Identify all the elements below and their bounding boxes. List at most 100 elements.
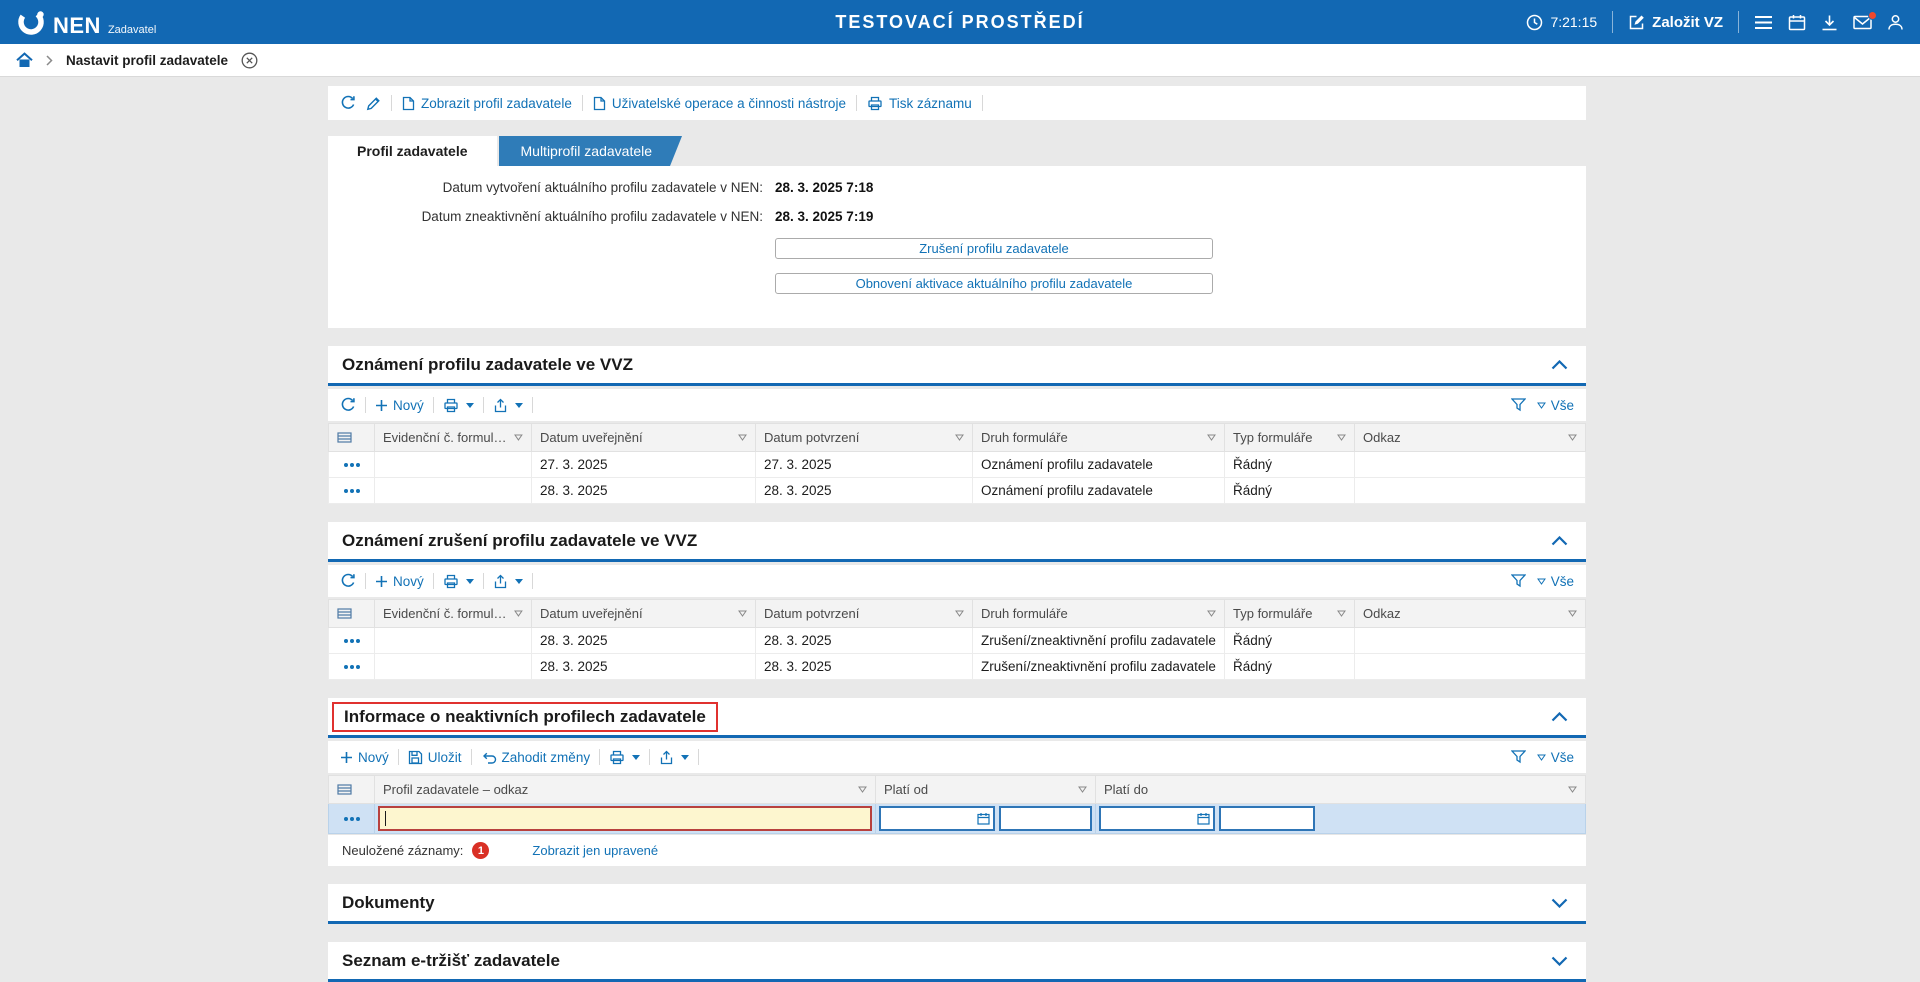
tab-profil-zadavatele[interactable]: Profil zadavatele (328, 136, 497, 166)
profile-link-input[interactable] (378, 806, 872, 831)
column-filter-icon[interactable] (1078, 786, 1087, 793)
print-record-link[interactable]: Tisk záznamu (867, 96, 972, 111)
chevron-up-icon[interactable] (1547, 532, 1572, 550)
column-header[interactable]: Druh formuláře (973, 424, 1225, 452)
column-filter-icon[interactable] (1207, 610, 1216, 617)
calendar-icon[interactable] (1788, 14, 1806, 31)
menu-icon[interactable] (1754, 15, 1773, 30)
show-profile-link[interactable]: Zobrazit profil zadavatele (402, 96, 572, 111)
column-filter-icon[interactable] (955, 434, 964, 441)
mail-icon[interactable] (1853, 15, 1872, 30)
print-menu-button[interactable] (443, 574, 474, 589)
new-record-button[interactable]: Nový (340, 750, 389, 765)
new-record-row[interactable] (329, 804, 1586, 834)
show-only-modified-link[interactable]: Zobrazit jen upravené (532, 843, 658, 858)
refresh-icon[interactable] (340, 397, 356, 413)
grid-settings-icon[interactable] (329, 600, 375, 628)
valid-to-time-input[interactable] (1219, 806, 1315, 831)
calendar-small-icon[interactable] (977, 812, 990, 825)
export-menu-button[interactable] (493, 398, 523, 413)
table-row[interactable]: 28. 3. 2025 28. 3. 2025 Zrušení/zneaktiv… (329, 628, 1586, 654)
column-header[interactable]: Evidenční č. formuláře (375, 424, 532, 452)
valid-to-date-field[interactable] (1104, 811, 1197, 826)
chevron-up-icon[interactable] (1547, 356, 1572, 374)
export-menu-button[interactable] (659, 750, 689, 765)
valid-from-time-field[interactable] (1004, 811, 1087, 826)
edit-icon[interactable] (366, 96, 381, 111)
row-actions-icon[interactable] (344, 489, 360, 493)
column-header[interactable]: Datum uveřejnění (532, 600, 756, 628)
column-filter-icon[interactable] (1207, 434, 1216, 441)
breadcrumb-current[interactable]: Nastavit profil zadavatele (66, 53, 228, 68)
column-filter-icon[interactable] (1568, 610, 1577, 617)
column-header[interactable]: Odkaz (1355, 424, 1586, 452)
column-header[interactable]: Typ formuláře (1225, 424, 1355, 452)
filter-icon[interactable] (1511, 750, 1526, 764)
user-operations-link[interactable]: Uživatelské operace a činnosti nástroje (593, 96, 846, 111)
valid-from-time-input[interactable] (999, 806, 1092, 831)
column-header[interactable]: Typ formuláře (1225, 600, 1355, 628)
tab-multiprofil-zadavatele[interactable]: Multiprofil zadavatele (499, 136, 683, 166)
nen-logo[interactable]: NEN Zadavatel (16, 7, 156, 37)
refresh-icon[interactable] (340, 573, 356, 589)
column-header[interactable]: Profil zadavatele – odkaz (375, 776, 876, 804)
column-filter-icon[interactable] (858, 786, 867, 793)
column-header[interactable]: Evidenční č. formuláře (375, 600, 532, 628)
column-filter-icon[interactable] (1568, 786, 1577, 793)
user-icon[interactable] (1887, 14, 1904, 31)
table-row[interactable]: 28. 3. 2025 28. 3. 2025 Zrušení/zneaktiv… (329, 654, 1586, 680)
calendar-small-icon[interactable] (1197, 812, 1210, 825)
valid-to-time-field[interactable] (1224, 811, 1310, 826)
export-menu-button[interactable] (493, 574, 523, 589)
row-actions-icon[interactable] (344, 639, 360, 643)
valid-from-date-input[interactable] (879, 806, 995, 831)
save-button[interactable]: Uložit (408, 750, 462, 765)
table-row[interactable]: 28. 3. 2025 28. 3. 2025 Oznámení profilu… (329, 478, 1586, 504)
clock-icon (1526, 14, 1543, 31)
column-filter-icon[interactable] (738, 434, 747, 441)
create-vz-button[interactable]: Založit VZ (1628, 14, 1723, 31)
column-header[interactable]: Platí do (1096, 776, 1586, 804)
column-filter-icon[interactable] (955, 610, 964, 617)
column-filter-icon[interactable] (738, 610, 747, 617)
new-record-button[interactable]: Nový (375, 574, 424, 589)
print-menu-button[interactable] (443, 398, 474, 413)
row-actions-icon[interactable] (344, 463, 360, 467)
row-actions-icon[interactable] (344, 665, 360, 669)
column-header[interactable]: Datum uveřejnění (532, 424, 756, 452)
chevron-down-icon[interactable] (1547, 894, 1572, 912)
download-icon[interactable] (1821, 14, 1838, 31)
discard-changes-button[interactable]: Zahodit změny (481, 750, 591, 765)
filter-all-button[interactable]: Vše (1537, 398, 1574, 413)
table-row[interactable]: 27. 3. 2025 27. 3. 2025 Oznámení profilu… (329, 452, 1586, 478)
valid-from-date-field[interactable] (884, 811, 977, 826)
cancel-profile-button[interactable]: Zrušení profilu zadavatele (775, 238, 1213, 259)
grid-settings-icon[interactable] (329, 424, 375, 452)
chevron-up-icon[interactable] (1547, 708, 1572, 726)
cell-form-type: Řádný (1225, 452, 1355, 478)
row-actions-icon[interactable] (344, 817, 360, 821)
filter-all-button[interactable]: Vše (1537, 750, 1574, 765)
grid-settings-icon[interactable] (329, 776, 375, 804)
valid-to-date-input[interactable] (1099, 806, 1215, 831)
column-header[interactable]: Datum potvrzení (756, 600, 973, 628)
column-header[interactable]: Druh formuláře (973, 600, 1225, 628)
filter-icon[interactable] (1511, 398, 1526, 412)
close-icon[interactable] (241, 52, 258, 69)
restore-activation-button[interactable]: Obnovení aktivace aktuálního profilu zad… (775, 273, 1213, 294)
filter-all-button[interactable]: Vše (1537, 574, 1574, 589)
column-filter-icon[interactable] (514, 434, 523, 441)
chevron-down-icon[interactable] (1547, 952, 1572, 970)
column-header[interactable]: Odkaz (1355, 600, 1586, 628)
column-header[interactable]: Datum potvrzení (756, 424, 973, 452)
column-filter-icon[interactable] (514, 610, 523, 617)
column-filter-icon[interactable] (1337, 434, 1346, 441)
column-filter-icon[interactable] (1568, 434, 1577, 441)
print-menu-button[interactable] (609, 750, 640, 765)
column-header[interactable]: Platí od (876, 776, 1096, 804)
refresh-icon[interactable] (340, 95, 356, 111)
column-filter-icon[interactable] (1337, 610, 1346, 617)
new-record-button[interactable]: Nový (375, 398, 424, 413)
filter-icon[interactable] (1511, 574, 1526, 588)
home-icon[interactable] (16, 52, 33, 68)
